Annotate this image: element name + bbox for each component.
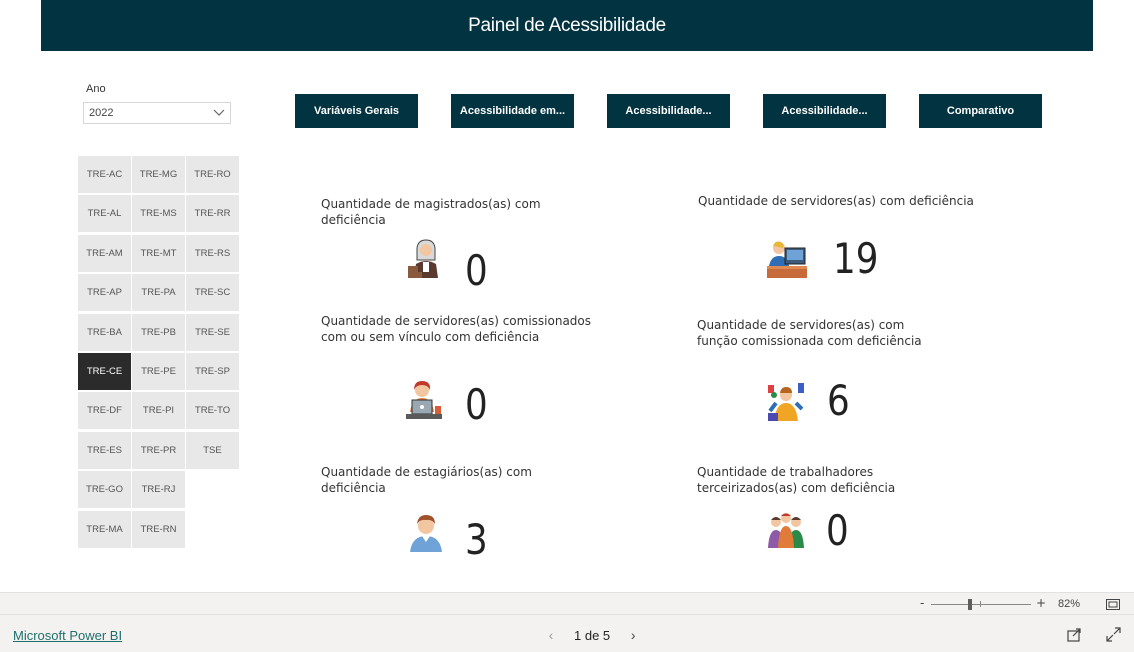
tribunal-tile[interactable]: TRE-AP bbox=[78, 274, 131, 312]
tribunal-tile[interactable]: TRE-SC bbox=[186, 274, 239, 312]
zoom-bar: - + 82% bbox=[0, 592, 1134, 614]
nav-button-acessibilidade-3[interactable]: Acessibilidade... bbox=[763, 94, 886, 128]
tribunal-tile[interactable]: TRE-BA bbox=[78, 313, 131, 351]
previous-page-icon[interactable]: ‹ bbox=[540, 627, 562, 643]
zoom-default-tick bbox=[980, 601, 981, 607]
page-navigator: ‹ 1 de 5 › bbox=[540, 627, 644, 643]
tribunal-slicer: TRE-AC TRE-MG TRE-RO TRE-AL TRE-MS TRE-RR TRE-… bbox=[78, 156, 239, 548]
card-value-funcao-comissionada: 6 bbox=[827, 376, 850, 425]
nav-button-comparativo[interactable]: Comparativo bbox=[919, 94, 1042, 128]
tribunal-tile[interactable]: TRE-TO bbox=[186, 392, 239, 430]
report-canvas: Painel de Acessibilidade Ano 2022 TRE-AC… bbox=[0, 0, 1134, 592]
tribunal-tile[interactable]: TRE-RR bbox=[186, 195, 239, 233]
zoom-slider-track[interactable] bbox=[931, 604, 1031, 605]
card-value-magistrados: 0 bbox=[465, 246, 488, 295]
fit-to-page-icon[interactable] bbox=[1106, 599, 1120, 610]
ano-filter-label: Ano bbox=[86, 83, 106, 95]
tribunal-tile[interactable]: TRE-AM bbox=[78, 234, 131, 272]
busy-worker-icon bbox=[768, 383, 804, 421]
tribunal-tile[interactable]: TRE-RS bbox=[186, 234, 239, 272]
next-page-icon[interactable]: › bbox=[622, 627, 644, 643]
card-label-funcao-comissionada: Quantidade de servidores(as) com função … bbox=[697, 318, 922, 348]
tribunal-tile[interactable]: TRE-MS bbox=[132, 195, 185, 233]
zoom-in-button[interactable]: + bbox=[1036, 596, 1046, 610]
tribunal-tile[interactable]: TRE-CE bbox=[78, 352, 131, 390]
tribunal-tile[interactable]: TRE-PE bbox=[132, 352, 185, 390]
tribunal-tile[interactable]: TRE-MT bbox=[132, 234, 185, 272]
chevron-down-icon bbox=[213, 109, 225, 116]
tribunal-tile[interactable]: TRE-SE bbox=[186, 313, 239, 351]
tribunal-tile[interactable]: TRE-AC bbox=[78, 156, 131, 193]
footer-bar: Microsoft Power BI ‹ 1 de 5 › bbox=[0, 614, 1134, 652]
card-value-servidores: 19 bbox=[833, 234, 879, 283]
card-label-servidores: Quantidade de servidores(as) com deficiê… bbox=[698, 194, 974, 208]
tribunal-tile[interactable]: TRE-SP bbox=[186, 352, 239, 390]
nav-button-acessibilidade-1[interactable]: Acessibilidade em... bbox=[451, 94, 574, 128]
page-title: Painel de Acessibilidade bbox=[41, 0, 1093, 51]
card-value-comissionados: 0 bbox=[465, 380, 488, 429]
tribunal-tile[interactable]: TRE-AL bbox=[78, 195, 131, 233]
page-indicator: 1 de 5 bbox=[574, 627, 611, 643]
card-value-estagiarios: 3 bbox=[465, 515, 488, 564]
card-label-terceirizados: Quantidade de trabalhadores terceirizado… bbox=[697, 465, 896, 495]
tribunal-tile[interactable]: TRE-ES bbox=[78, 431, 131, 469]
zoom-percent: 82% bbox=[1058, 598, 1081, 610]
ano-selected-value: 2022 bbox=[89, 107, 114, 119]
tribunal-tile[interactable]: TRE-PI bbox=[132, 392, 185, 430]
nav-button-acessibilidade-2[interactable]: Acessibilidade... bbox=[607, 94, 730, 128]
tribunal-tile[interactable]: TRE-MA bbox=[78, 510, 131, 548]
tribunal-tile[interactable]: TRE-RN bbox=[132, 510, 185, 548]
young-person-icon bbox=[410, 515, 442, 552]
office-worker-icon bbox=[767, 241, 807, 278]
zoom-out-button[interactable]: - bbox=[920, 596, 924, 610]
power-bi-link[interactable]: Microsoft Power BI bbox=[13, 628, 122, 643]
tribunal-tile[interactable]: TRE-GO bbox=[78, 471, 131, 509]
laptop-worker-icon bbox=[406, 381, 442, 419]
card-label-comissionados: Quantidade de servidores(as) comissionad… bbox=[321, 314, 592, 344]
tribunal-tile-empty bbox=[186, 471, 239, 508]
ano-dropdown[interactable]: 2022 bbox=[83, 102, 231, 124]
card-label-estagiarios: Quantidade de estagiários(as) com defici… bbox=[321, 465, 532, 495]
card-value-terceirizados: 0 bbox=[826, 506, 849, 555]
tribunal-tile[interactable]: TRE-PB bbox=[132, 313, 185, 351]
nav-button-variaveis-gerais[interactable]: Variáveis Gerais bbox=[295, 94, 418, 128]
tribunal-tile[interactable]: TRE-PA bbox=[132, 274, 185, 312]
share-icon[interactable] bbox=[1067, 627, 1082, 642]
tribunal-tile[interactable]: TRE-RJ bbox=[132, 471, 185, 509]
group-people-icon bbox=[768, 513, 804, 548]
tribunal-tile[interactable]: TRE-MG bbox=[132, 156, 185, 193]
judge-icon bbox=[408, 239, 438, 278]
tribunal-tile[interactable]: TRE-RO bbox=[186, 156, 239, 193]
card-label-magistrados: Quantidade de magistrados(as) com defici… bbox=[321, 197, 541, 227]
fullscreen-icon[interactable] bbox=[1106, 627, 1121, 642]
tribunal-tile[interactable]: TSE bbox=[186, 431, 239, 469]
tribunal-tile[interactable]: TRE-PR bbox=[132, 431, 185, 469]
zoom-slider-thumb[interactable] bbox=[968, 599, 972, 610]
tribunal-tile[interactable]: TRE-DF bbox=[78, 392, 131, 430]
tribunal-tile-empty bbox=[186, 511, 239, 548]
